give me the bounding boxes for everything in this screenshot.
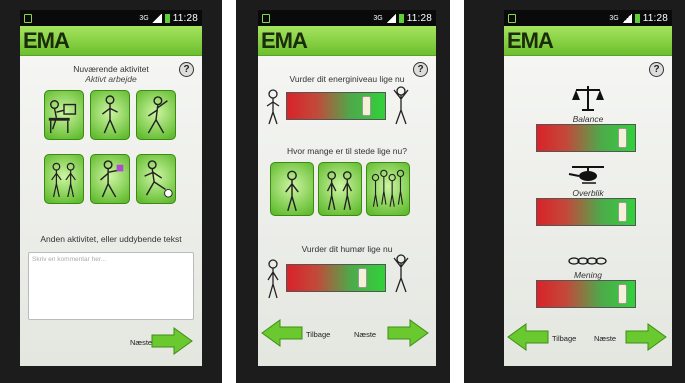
status-bar: 3G 11:28 [258,10,436,26]
battery-icon [164,13,170,23]
signal-icon [151,13,162,23]
desk-worker-icon [48,100,77,134]
mood-slider-knob[interactable] [358,268,368,288]
activity-football[interactable] [136,154,176,204]
mood-slider[interactable] [286,264,386,292]
battery-icon [634,13,640,23]
screen-1: 3G 11:28 EMA ? Nuværende aktivitet Aktiv… [20,10,202,366]
activity-carrying[interactable] [90,90,130,140]
app-title: EMA [261,27,308,53]
tired-person-icon [266,89,280,125]
clock: 11:28 [172,12,198,24]
network-type: 3G [609,14,619,22]
meaning-slider-knob[interactable] [617,284,627,304]
people-few[interactable] [318,162,362,216]
notification-icon [24,13,32,23]
back-button[interactable] [260,318,304,348]
next-button[interactable] [624,322,668,352]
clock: 11:28 [642,12,668,24]
energetic-person-icon [393,86,409,125]
crowd-icon [371,169,405,207]
meaning-label: Mening [574,270,602,280]
scales-icon [572,86,604,111]
phone-photo-1: 3G 11:28 EMA ? Nuværende aktivitet Aktiv… [0,0,222,383]
wellbeing-content: ? Balance Overblik Mening Tilbage Næste [504,56,672,366]
clock: 11:28 [406,12,432,24]
next-label: Næste [354,330,377,339]
notification-icon [508,13,516,23]
app-title: EMA [23,27,70,53]
arrow-right-icon [151,327,193,355]
overview-label: Overblik [572,188,604,198]
other-activity-label: Anden aktivitet, eller uddybende tekst [40,234,182,244]
screen-2: 3G 11:28 EMA ? Vurder dit energiniveau l… [258,10,436,366]
arrow-right-icon [625,323,667,351]
activity-walking-bag[interactable] [90,154,130,204]
current-activity-label: Nuværende aktivitet [73,64,149,74]
walking-with-bag-icon [100,160,124,198]
activity-content: ? Nuværende aktivitet Aktivt arbejde And… [20,56,202,366]
app-bar: EMA [258,26,436,56]
arrow-left-icon [261,319,303,347]
people-many[interactable] [366,162,410,216]
happy-person-icon [393,254,409,293]
two-people-icon [326,171,353,210]
activity-computer-work[interactable] [44,90,84,140]
app-title: EMA [507,27,554,53]
current-activity-value: Aktivt arbejde [85,74,137,84]
overview-slider[interactable] [536,198,636,226]
next-button[interactable] [386,318,430,348]
throwing-person-icon [147,96,168,134]
single-person-icon [285,170,299,212]
meaning-slider[interactable] [536,280,636,308]
arrow-left-icon [507,323,549,351]
arrow-right-icon [387,319,429,347]
next-button[interactable] [150,326,194,356]
notification-icon [262,13,270,23]
energy-question: Vurder dit energiniveau lige nu [289,74,405,84]
energy-slider[interactable] [286,92,386,120]
phone-photo-2: 3G 11:28 EMA ? Vurder dit energiniveau l… [236,0,450,383]
comment-input[interactable]: Skriv en kommentar her... [28,252,194,320]
app-bar: EMA [20,26,202,56]
people-alone[interactable] [270,162,314,216]
sad-person-icon [267,259,279,299]
football-player-icon [144,160,173,198]
helicopter-icon [568,166,604,184]
balance-slider-knob[interactable] [617,128,627,148]
status-bar: 3G 11:28 [20,10,202,26]
app-bar: EMA [504,26,672,56]
network-type: 3G [373,14,383,22]
phone-photo-3: 3G 11:28 EMA ? Balance Overblik Mening T… [464,0,685,383]
chain-icon [568,257,607,265]
rating-content: ? Vurder dit energiniveau lige nu Hvor m… [258,56,436,366]
help-button[interactable]: ? [649,62,664,77]
signal-icon [385,13,396,23]
network-type: 3G [139,14,149,22]
overview-slider-knob[interactable] [617,202,627,222]
battery-icon [398,13,404,23]
energy-slider-knob[interactable] [361,96,371,116]
next-label: Næste [594,334,617,343]
signal-icon [621,13,632,23]
next-label: Næste [130,338,153,347]
people-question: Hvor mange er til stede lige nu? [286,146,407,156]
status-bar: 3G 11:28 [504,10,672,26]
people-standing-icon [51,162,76,198]
balance-label: Balance [572,114,604,124]
balance-slider[interactable] [536,124,636,152]
back-label: Tilbage [552,334,577,343]
activity-standing-group[interactable] [44,154,84,204]
activity-throwing[interactable] [136,90,176,140]
screen-3: 3G 11:28 EMA ? Balance Overblik Mening T… [504,10,672,366]
back-button[interactable] [506,322,550,352]
back-label: Tilbage [306,330,331,339]
walking-person-icon [101,95,118,134]
